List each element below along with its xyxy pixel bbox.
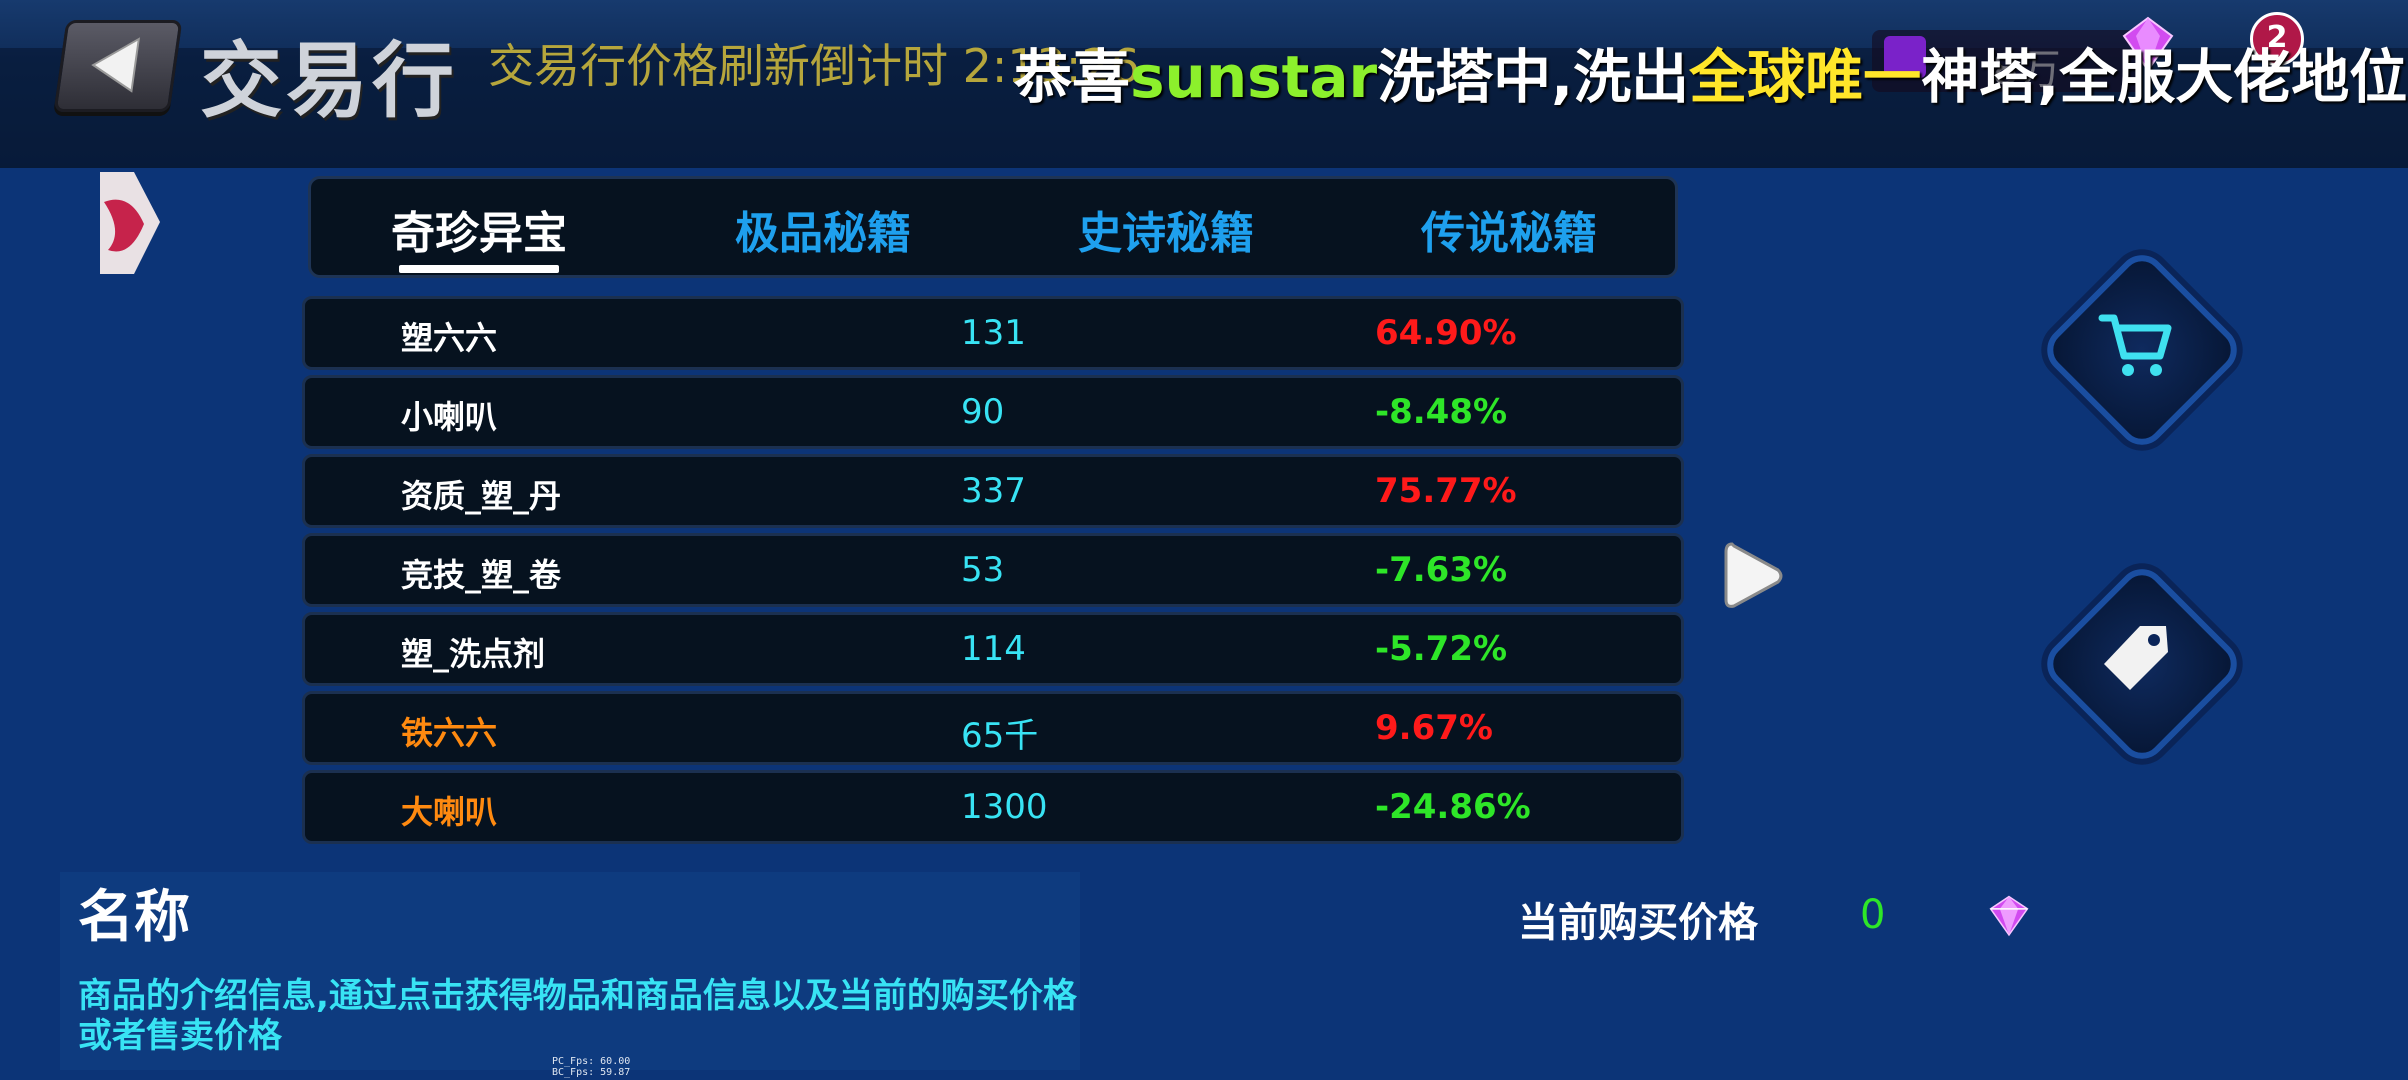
cart-icon (2098, 314, 2172, 376)
current-price-value: 0 (1860, 892, 1886, 938)
marquee-player: sunstar (1130, 43, 1378, 111)
item-change: -24.86% (1375, 787, 1531, 827)
item-price: 337 (961, 471, 1026, 511)
item-price: 90 (961, 392, 1005, 432)
category-tabs: 奇珍异宝 极品秘籍 史诗秘籍 传说秘籍 (308, 176, 1678, 278)
item-name: 塑_洗点剂 (401, 635, 546, 673)
tab-legendary-manuals[interactable]: 传说秘籍 (1379, 197, 1639, 261)
page-title: 交易行 (200, 34, 459, 129)
item-info-title: 名称 (78, 885, 190, 950)
item-price: 53 (961, 550, 1005, 590)
item-name: 竞技_塑_卷 (401, 556, 562, 594)
tab-rare-treasures[interactable]: 奇珍异宝 (349, 197, 609, 261)
table-row[interactable]: 塑六六 131 64.90% (302, 296, 1684, 370)
price-tag-icon (2104, 626, 2168, 690)
item-price: 131 (961, 313, 1026, 353)
item-name: 塑六六 (401, 319, 498, 357)
fps-line-2: BC_Fps: 59.87 (552, 1067, 631, 1078)
item-price: 65千 (961, 716, 1039, 756)
table-row[interactable]: 资质_塑_丹 337 75.77% (302, 454, 1684, 528)
fps-counter: PC_Fps: 60.00 BC_Fps: 59.87 (552, 1056, 630, 1078)
item-name: 资质_塑_丹 (401, 477, 562, 515)
broadcast-marquee: 恭喜sunstar洗塔中,洗出全球唯一神塔,全服大佬地位-1 (1014, 30, 2408, 114)
item-info-description: 商品的介绍信息,通过点击获得物品和商品信息以及当前的购买价格或者售卖价格 (78, 976, 1077, 1056)
table-row[interactable]: 塑_洗点剂 114 -5.72% (302, 612, 1684, 686)
item-change: -7.63% (1375, 550, 1508, 590)
item-change: -5.72% (1375, 629, 1508, 669)
back-arrow-icon (91, 37, 141, 93)
marquee-text-1: 恭喜 (1014, 43, 1131, 111)
current-price-label: 当前购买价格 (1518, 900, 1758, 946)
item-price: 114 (961, 629, 1026, 669)
buy-button[interactable] (2037, 245, 2247, 455)
item-change: -8.48% (1375, 392, 1508, 432)
item-change: 75.77% (1375, 471, 1517, 511)
tab-premium-manuals[interactable]: 极品秘籍 (693, 197, 953, 261)
item-change: 9.67% (1375, 708, 1493, 748)
item-price: 1300 (961, 787, 1048, 827)
back-button[interactable] (53, 20, 183, 112)
table-row[interactable]: 竞技_塑_卷 53 -7.63% (302, 533, 1684, 607)
item-name: 铁六六 (401, 714, 498, 752)
character-portrait[interactable] (100, 172, 160, 274)
table-row[interactable]: 大喇叭 1300 -24.86% (302, 770, 1684, 844)
next-arrow-icon[interactable] (1722, 538, 1786, 614)
item-name: 大喇叭 (401, 793, 498, 831)
marquee-text-2: 洗塔中,洗出 (1377, 43, 1690, 111)
marquee-highlight: 全球唯一 (1689, 43, 1922, 111)
gem-icon (1989, 895, 2029, 937)
table-row[interactable]: 小喇叭 90 -8.48% (302, 375, 1684, 449)
active-tab-indicator (399, 265, 559, 273)
item-info-panel: 名称 商品的介绍信息,通过点击获得物品和商品信息以及当前的购买价格或者售卖价格 (60, 872, 1080, 1070)
marquee-text-3: 神塔,全服大佬地位-1 (1921, 43, 2408, 111)
table-row[interactable]: 铁六六 65千 9.67% (302, 691, 1684, 765)
fps-line-1: PC_Fps: 60.00 (552, 1056, 631, 1067)
item-name: 小喇叭 (401, 398, 498, 436)
item-change: 64.90% (1375, 313, 1517, 353)
tab-epic-manuals[interactable]: 史诗秘籍 (1036, 197, 1296, 261)
sell-button[interactable] (2037, 559, 2247, 769)
